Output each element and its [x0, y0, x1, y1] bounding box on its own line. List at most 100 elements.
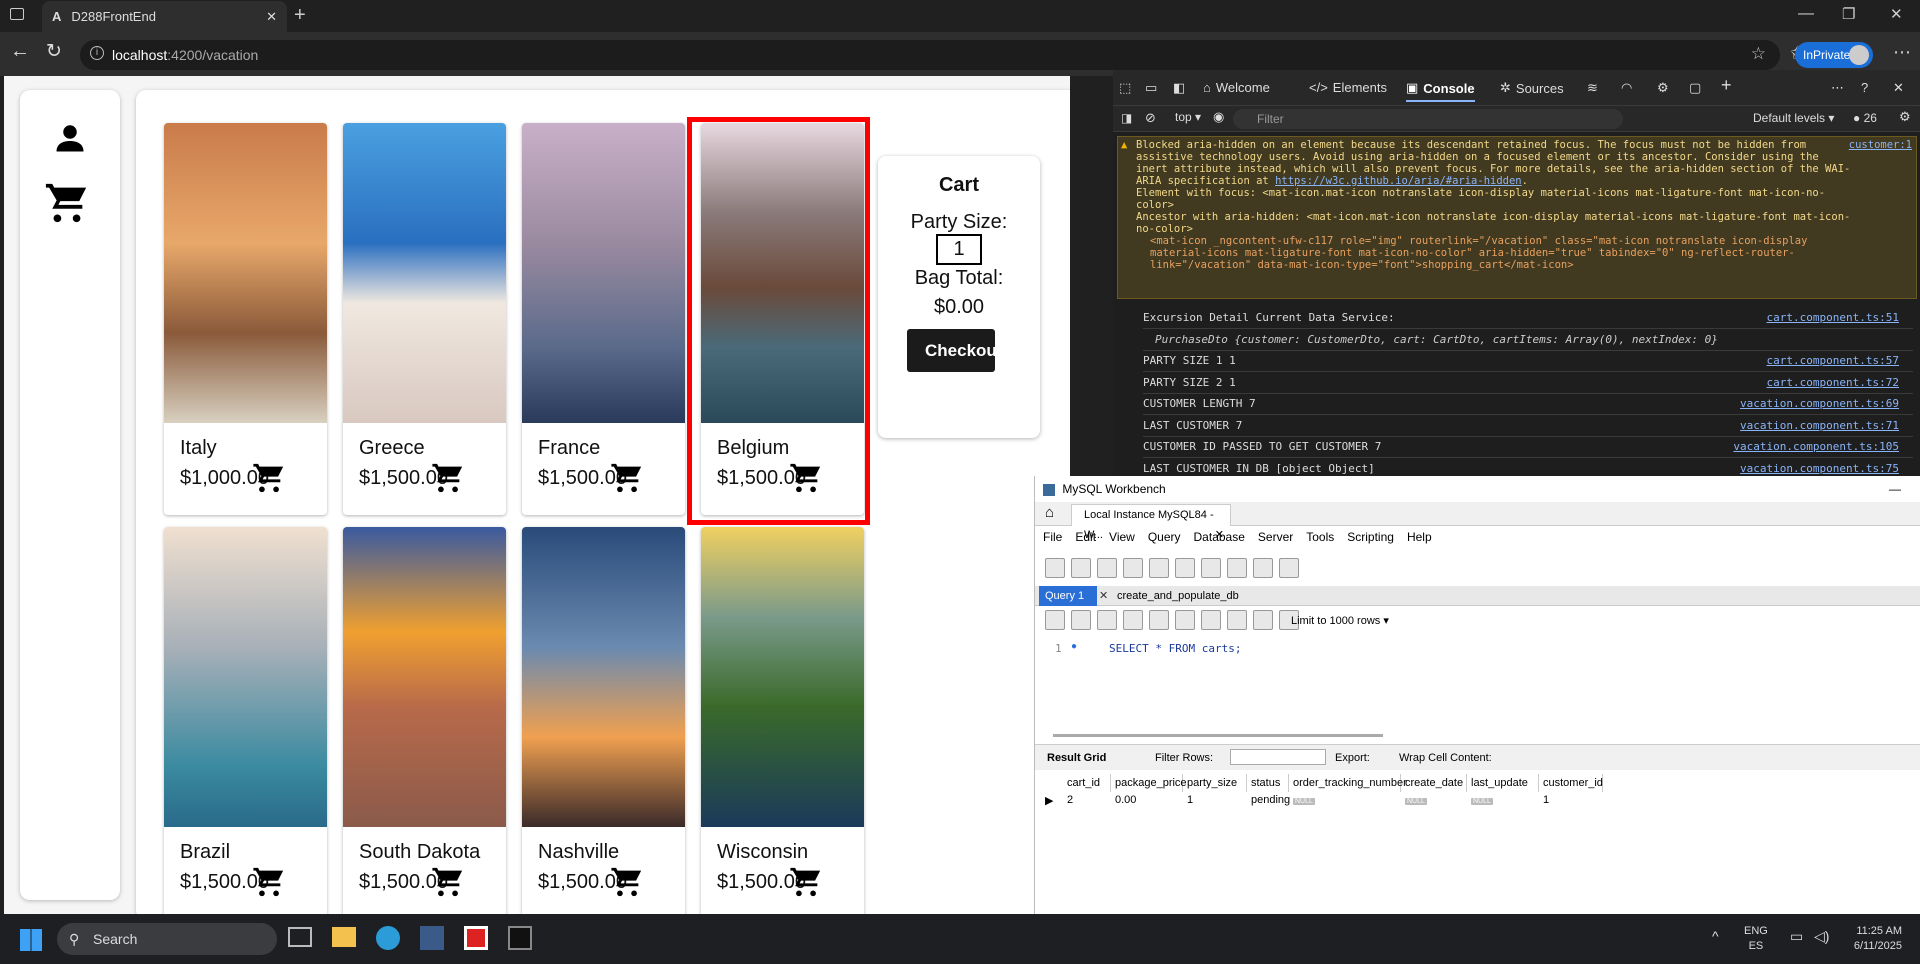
add-to-cart-icon[interactable]	[431, 865, 465, 899]
party-size-input[interactable]: 1	[936, 234, 982, 265]
live-expression-icon[interactable]: ◉	[1213, 109, 1224, 125]
vacation-image[interactable]	[164, 123, 327, 423]
menu-query[interactable]: Query	[1148, 530, 1181, 544]
inspect-icon[interactable]: ⬚	[1119, 80, 1131, 96]
table-cell[interactable]: 1	[1543, 794, 1549, 806]
vacation-image[interactable]	[701, 527, 864, 827]
vacation-image[interactable]	[522, 123, 685, 423]
column-header[interactable]: create_date	[1401, 774, 1467, 792]
explain-icon[interactable]	[1149, 610, 1169, 630]
issues-counter[interactable]: ● 26	[1853, 111, 1877, 125]
taskbar-search[interactable]: ⚲ Search	[57, 923, 277, 955]
add-to-cart-icon[interactable]	[610, 865, 644, 899]
warning-markup[interactable]: <mat-icon _ngcontent-ufw-c117 role="img"…	[1136, 235, 1856, 271]
rollback-icon[interactable]	[1253, 610, 1273, 630]
vacation-image[interactable]	[522, 527, 685, 827]
tab-elements[interactable]: </> Elements	[1309, 80, 1387, 95]
close-window-icon[interactable]: ✕	[1890, 5, 1903, 23]
warning-source-link[interactable]: customer:1	[1849, 139, 1912, 151]
table-cell[interactable]: 1	[1187, 794, 1193, 806]
settings-gear-icon[interactable]: ⚙	[1657, 80, 1669, 96]
url-field[interactable]: i localhost:4200/vacation ☆	[80, 40, 1780, 70]
toggle-error-icon[interactable]	[1201, 610, 1221, 630]
new-tab-icon[interactable]: +	[294, 4, 306, 27]
tab-console[interactable]: ▣ Console	[1406, 80, 1475, 102]
column-header[interactable]: order_tracking_number	[1289, 774, 1407, 792]
table-cell[interactable]: NULL	[1405, 794, 1427, 806]
menu-server[interactable]: Server	[1258, 530, 1293, 544]
restore-icon[interactable]: ❐	[1842, 5, 1855, 23]
menu-scripting[interactable]: Scripting	[1347, 530, 1394, 544]
menu-tools[interactable]: Tools	[1306, 530, 1334, 544]
vacation-card[interactable]: South Dakota $1,500.00	[343, 527, 506, 914]
minimize-icon[interactable]: —	[1798, 5, 1814, 23]
execute-current-icon[interactable]	[1123, 610, 1143, 630]
console-source-link[interactable]: cart.component.ts:57	[1767, 351, 1899, 371]
network-icon[interactable]: ≋	[1587, 80, 1598, 96]
task-view-icon[interactable]	[288, 927, 312, 947]
devtools-menu-icon[interactable]: ⋯	[1831, 80, 1844, 96]
tab-sources[interactable]: ✲ Sources	[1500, 80, 1564, 96]
close-tab-icon[interactable]: ✕	[266, 9, 277, 25]
table-cell[interactable]: 0.00	[1115, 794, 1136, 806]
create-table-icon[interactable]	[1149, 558, 1169, 578]
refresh-icon[interactable]: ↻	[46, 40, 62, 63]
dock-icon[interactable]: ◧	[1173, 80, 1185, 96]
create-procedure-icon[interactable]	[1201, 558, 1221, 578]
instance-tab[interactable]: Local Instance MySQL84 - W... ✕	[1071, 504, 1231, 541]
execute-icon[interactable]	[1097, 610, 1117, 630]
console-settings-icon[interactable]: ⚙	[1899, 109, 1911, 125]
performance-icon[interactable]: ◠	[1621, 80, 1632, 96]
more-tools-icon[interactable]: +	[1721, 75, 1732, 96]
person-icon[interactable]	[52, 120, 88, 156]
home-icon[interactable]: ⌂	[1045, 504, 1054, 521]
vacation-card[interactable]: Greece $1,500.00	[343, 123, 506, 515]
shopping-cart-icon[interactable]	[44, 180, 90, 226]
windows-start-icon[interactable]	[20, 929, 42, 951]
vacation-card[interactable]: Wisconsin $1,500.00	[701, 527, 864, 914]
clear-console-icon[interactable]: ⊘	[1145, 110, 1156, 126]
intellij-icon[interactable]	[464, 926, 488, 950]
query-tab-1[interactable]: Query 1 ✕	[1039, 586, 1108, 606]
vacation-image[interactable]	[343, 527, 506, 827]
menu-file[interactable]: File	[1043, 530, 1062, 544]
column-header[interactable]: cart_id	[1063, 774, 1111, 792]
column-header[interactable]: package_price	[1111, 774, 1187, 792]
table-cell[interactable]: NULL	[1293, 794, 1315, 806]
help-icon[interactable]: ?	[1861, 80, 1868, 95]
search-table-icon[interactable]	[1253, 558, 1273, 578]
filter-rows-input[interactable]	[1230, 749, 1326, 765]
network-tray-icon[interactable]: ▭	[1790, 928, 1803, 945]
mysql-workbench-icon[interactable]	[420, 926, 444, 950]
reconnect-icon[interactable]	[1279, 558, 1299, 578]
close-query-tab-icon[interactable]: ✕	[1099, 586, 1108, 606]
show-hidden-icons[interactable]: ^	[1712, 928, 1719, 944]
log-levels-dropdown[interactable]: Default levels ▾	[1753, 111, 1834, 125]
column-header[interactable]: status	[1247, 774, 1289, 792]
add-to-cart-icon[interactable]	[252, 865, 286, 899]
back-icon[interactable]: ←	[10, 40, 30, 63]
limit-rows-select[interactable]: Limit to 1000 rows ▾	[1291, 614, 1389, 627]
vacation-card[interactable]: France $1,500.00	[522, 123, 685, 515]
vacation-card[interactable]: Brazil $1,500.00	[164, 527, 327, 914]
device-toolbar-icon[interactable]: ▭	[1145, 80, 1157, 96]
column-header[interactable]: customer_id	[1539, 774, 1603, 792]
add-to-cart-icon[interactable]	[431, 461, 465, 495]
table-cell[interactable]: 2	[1067, 794, 1073, 806]
clock[interactable]: 11:25 AM 6/11/2025	[1842, 924, 1902, 954]
terminal-icon[interactable]	[508, 926, 532, 950]
console-source-link[interactable]: cart.component.ts:51	[1767, 308, 1899, 328]
column-header[interactable]: last_update	[1467, 774, 1539, 792]
application-icon[interactable]: ▢	[1689, 80, 1701, 96]
more-options-icon[interactable]: ⋯	[1893, 42, 1911, 63]
tab-actions-icon[interactable]	[10, 8, 24, 20]
context-select[interactable]: top ▾	[1175, 110, 1201, 124]
close-devtools-icon[interactable]: ✕	[1893, 80, 1904, 96]
console-source-link[interactable]: vacation.component.ts:69	[1740, 394, 1899, 414]
console-filter-input[interactable]: Filter	[1233, 109, 1623, 129]
open-sql-icon[interactable]	[1071, 558, 1091, 578]
console-source-link[interactable]: vacation.component.ts:71	[1740, 416, 1899, 436]
query-tab-2[interactable]: create_and_populate_db	[1117, 586, 1239, 606]
sql-editor[interactable]: SELECT * FROM carts;	[1109, 642, 1241, 655]
volume-icon[interactable]: ◁)	[1814, 928, 1829, 945]
